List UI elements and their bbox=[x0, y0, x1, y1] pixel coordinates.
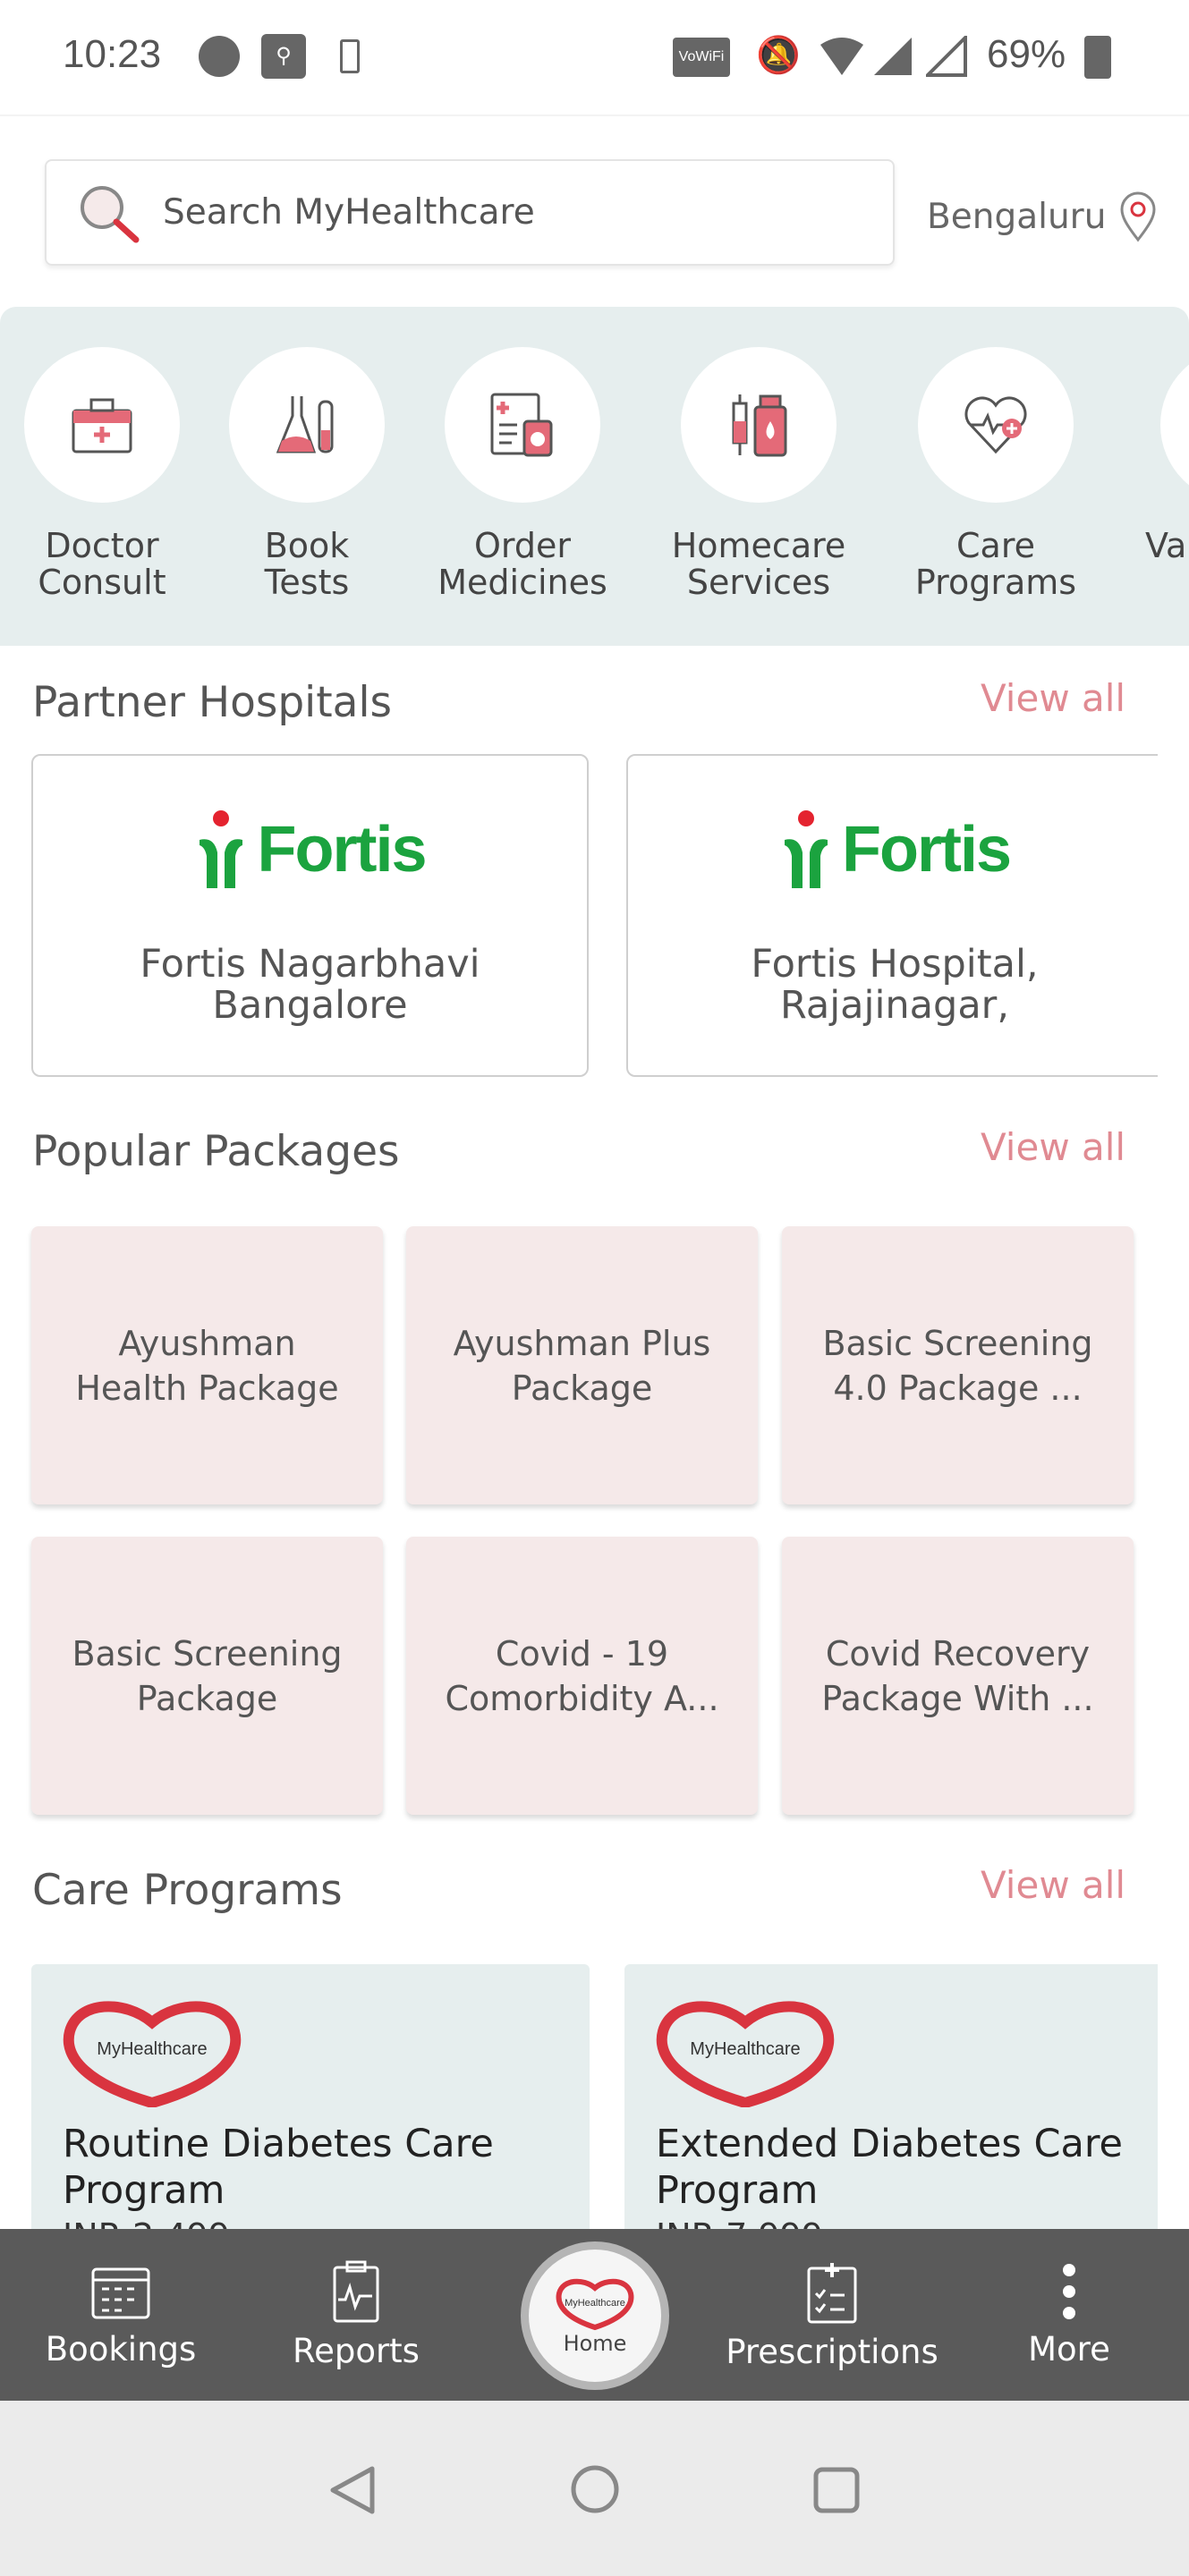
care-programs-view-all[interactable]: View all bbox=[981, 1863, 1158, 1907]
fortis-logo: Fortis bbox=[33, 809, 587, 890]
svg-text:MyHealthcare: MyHealthcare bbox=[565, 2298, 625, 2309]
fortis-mark-icon bbox=[784, 810, 828, 888]
recents-icon[interactable] bbox=[811, 2465, 862, 2515]
package-card[interactable]: Ayushman Plus Package bbox=[406, 1226, 758, 1504]
prescription-clipboard-icon bbox=[807, 2262, 857, 2323]
nav-reports[interactable]: Reports bbox=[253, 2229, 459, 2401]
package-card[interactable]: Covid - 19 Comorbidity A... bbox=[406, 1537, 758, 1815]
package-card[interactable]: Basic Screening Package bbox=[31, 1537, 383, 1815]
care-program-card[interactable]: MyHealthcare Extended Diabetes Care Prog… bbox=[624, 1964, 1158, 2229]
partner-hospitals-view-all[interactable]: View all bbox=[981, 676, 1158, 720]
hospital-card[interactable]: Fortis Fortis Nagarbhavi Bangalore bbox=[31, 754, 589, 1077]
package-card[interactable]: Covid Recovery Package With ... bbox=[782, 1537, 1134, 1815]
package-card[interactable]: Basic Screening 4.0 Package ... bbox=[782, 1226, 1134, 1504]
back-icon[interactable] bbox=[327, 2465, 378, 2515]
popular-packages-view-all[interactable]: View all bbox=[981, 1125, 1158, 1169]
nav-prescriptions[interactable]: Prescriptions bbox=[707, 2229, 957, 2401]
package-card[interactable]: Ayushman Health Package bbox=[31, 1226, 383, 1504]
calendar-icon bbox=[91, 2267, 150, 2318]
more-vertical-icon bbox=[1063, 2263, 1075, 2319]
android-nav-bar bbox=[0, 2401, 1189, 2576]
nav-more[interactable]: More bbox=[993, 2229, 1145, 2401]
partner-hospitals-title: Partner Hospitals bbox=[32, 678, 393, 727]
myhealthcare-logo: MyHealthcare bbox=[63, 2001, 242, 2107]
fortis-mark-icon bbox=[200, 810, 243, 888]
hospital-card[interactable]: Fortis Fortis Hospital, Rajajinagar, bbox=[626, 754, 1158, 1077]
myhealthcare-home-logo: MyHealthcare bbox=[556, 2278, 634, 2331]
svg-text:MyHealthcare: MyHealthcare bbox=[97, 2039, 207, 2059]
home-circle-icon[interactable] bbox=[569, 2463, 621, 2515]
care-programs-title: Care Programs bbox=[32, 1866, 343, 1915]
report-clipboard-icon bbox=[333, 2260, 379, 2322]
fortis-logo: Fortis bbox=[628, 809, 1158, 890]
myhealthcare-logo: MyHealthcare bbox=[656, 2001, 835, 2107]
care-program-card[interactable]: MyHealthcare Routine Diabetes Care Progr… bbox=[31, 1964, 590, 2229]
nav-bookings[interactable]: Bookings bbox=[18, 2229, 224, 2401]
popular-packages-title: Popular Packages bbox=[32, 1127, 400, 1176]
nav-home[interactable]: MyHealthcare Home bbox=[521, 2241, 669, 2390]
scroll-content: Partner Hospitals View all Fortis Fortis… bbox=[0, 0, 1158, 2229]
svg-text:MyHealthcare: MyHealthcare bbox=[690, 2039, 800, 2059]
